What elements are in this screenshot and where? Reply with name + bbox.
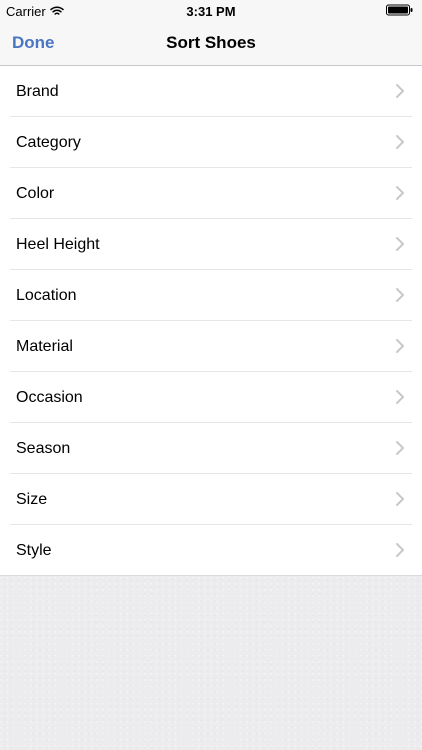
chevron-right-icon bbox=[396, 390, 404, 404]
page-title: Sort Shoes bbox=[166, 33, 256, 52]
sort-option-label: Season bbox=[16, 440, 71, 457]
chevron-right-icon bbox=[396, 543, 404, 557]
chevron-right-icon bbox=[396, 237, 404, 251]
chevron-right-icon bbox=[396, 441, 404, 455]
sort-option-label: Color bbox=[16, 185, 55, 202]
status-time: 3:31 PM bbox=[186, 4, 236, 19]
sort-option-label: Location bbox=[16, 287, 77, 304]
chevron-right-icon bbox=[396, 339, 404, 353]
chevron-right-icon bbox=[396, 186, 404, 200]
textured-background bbox=[0, 576, 422, 750]
sort-option-location[interactable]: Location bbox=[0, 270, 422, 321]
status-bar: Carrier 3:31 PM bbox=[0, 0, 422, 22]
chevron-right-icon bbox=[396, 84, 404, 98]
sort-option-color[interactable]: Color bbox=[0, 168, 422, 219]
status-right bbox=[386, 4, 414, 19]
sort-option-label: Occasion bbox=[16, 389, 83, 406]
chevron-right-icon bbox=[396, 288, 404, 302]
sort-option-occasion[interactable]: Occasion bbox=[0, 372, 422, 423]
sort-option-label: Style bbox=[16, 542, 52, 559]
sort-option-material[interactable]: Material bbox=[0, 321, 422, 372]
sort-option-brand[interactable]: Brand bbox=[0, 66, 422, 117]
sort-option-label: Brand bbox=[16, 83, 59, 100]
sort-option-label: Heel Height bbox=[16, 236, 100, 253]
chevron-right-icon bbox=[396, 492, 404, 506]
sort-shoes-screen: Carrier 3:31 PM Done Sort Shoes Brand Ca… bbox=[0, 0, 422, 750]
chevron-right-icon bbox=[396, 135, 404, 149]
sort-options-list: Brand Category Color Heel Height Locatio bbox=[0, 66, 422, 576]
sort-option-label: Material bbox=[16, 338, 73, 355]
battery-icon bbox=[386, 4, 414, 19]
sort-option-season[interactable]: Season bbox=[0, 423, 422, 474]
sort-option-category[interactable]: Category bbox=[0, 117, 422, 168]
sort-option-style[interactable]: Style bbox=[0, 525, 422, 576]
sort-option-label: Category bbox=[16, 134, 81, 151]
sort-option-label: Size bbox=[16, 491, 48, 508]
sort-option-heel-height[interactable]: Heel Height bbox=[0, 219, 422, 270]
sort-option-size[interactable]: Size bbox=[0, 474, 422, 525]
navigation-bar: Done Sort Shoes bbox=[0, 22, 422, 66]
